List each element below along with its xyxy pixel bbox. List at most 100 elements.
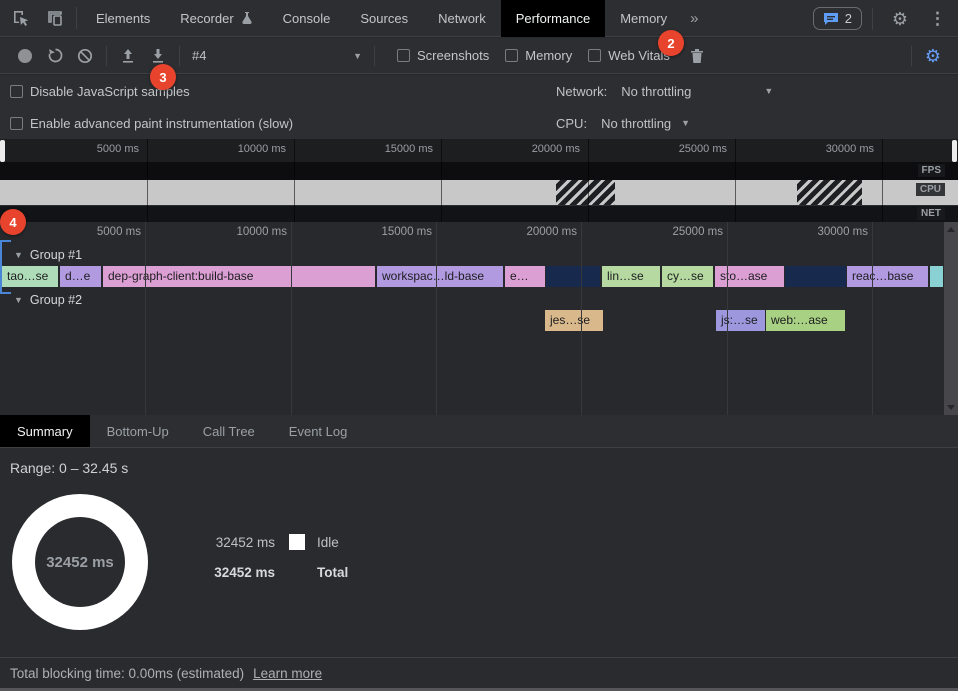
chevron-down-icon: ▼: [681, 118, 690, 128]
range-label: Range: 0 – 32.45 s: [10, 460, 128, 476]
tab-elements[interactable]: Elements: [81, 0, 165, 37]
network-throttle-select[interactable]: No throttling ▼: [621, 84, 773, 99]
tab-summary[interactable]: Summary: [0, 415, 90, 447]
capture-settings-gear-icon[interactable]: ⚙: [918, 43, 948, 69]
divider: [179, 46, 180, 66]
inspect-element-icon[interactable]: [4, 4, 38, 32]
ruler-tick: [294, 139, 295, 222]
console-drawer-badge[interactable]: 2: [813, 7, 862, 30]
ruler-tick: [291, 222, 292, 415]
selection-bracket: [0, 240, 9, 294]
divider: [374, 46, 375, 66]
screenshots-checkbox[interactable]: Screenshots: [397, 48, 489, 63]
timeline-overview[interactable]: FPS CPU NET 5000 ms10000 ms15000 ms20000…: [0, 139, 958, 222]
tab-recorder[interactable]: Recorder: [165, 0, 267, 37]
divider: [76, 7, 77, 29]
network-throttle-label: Network:: [556, 84, 607, 99]
chevron-down-icon: ▼: [353, 51, 362, 61]
ruler-tick: [581, 222, 582, 415]
total-blocking-time-bar: Total blocking time: 0.00ms (estimated) …: [0, 657, 958, 688]
group-2-header[interactable]: ▼ Group #2: [14, 293, 82, 307]
tab-event-log[interactable]: Event Log: [272, 415, 365, 447]
overview-right-handle[interactable]: [952, 140, 957, 162]
flame-bar[interactable]: lin…se: [602, 266, 660, 287]
flame-bar[interactable]: tao…se: [2, 266, 58, 287]
flame-bar[interactable]: dep-graph-client:build-base: [103, 266, 375, 287]
flame-bar[interactable]: reac…base: [847, 266, 928, 287]
trash-icon[interactable]: [682, 43, 712, 69]
advanced-paint-checkbox[interactable]: Enable advanced paint instrumentation (s…: [10, 116, 293, 131]
customize-menu-icon[interactable]: ⋮: [923, 9, 952, 29]
scroll-down-icon[interactable]: [947, 405, 955, 410]
settings-row-1: Disable JavaScript samples Network: No t…: [0, 75, 958, 107]
flame-bar[interactable]: [785, 266, 846, 287]
summary-pane: Range: 0 – 32.45 s 32452 ms 32452 ms Idl…: [0, 448, 958, 657]
overview-cpu-lane: [0, 180, 958, 205]
learn-more-link[interactable]: Learn more: [253, 666, 322, 681]
flame-scrollbar[interactable]: [944, 222, 958, 415]
ruler-tick: [882, 139, 883, 222]
cpu-busy-hatch: [797, 180, 862, 205]
settings-row-2: Enable advanced paint instrumentation (s…: [0, 107, 958, 139]
message-bubble-icon: [823, 12, 839, 26]
ruler-tick: [588, 139, 589, 222]
flame-chart[interactable]: ▼ Group #1 tao…sed…edep-graph-client:bui…: [0, 222, 958, 415]
more-tabs-icon[interactable]: »: [682, 10, 706, 27]
divider: [911, 46, 912, 66]
clear-icon[interactable]: [70, 43, 100, 69]
flame-bar[interactable]: js:…se: [716, 310, 765, 331]
donut-total-label: 32452 ms: [46, 554, 114, 571]
flame-bar[interactable]: [546, 266, 600, 287]
settings-gear-icon[interactable]: ⚙: [883, 5, 917, 33]
ruler-tick-label: 5000 ms: [65, 226, 141, 238]
flame-bar[interactable]: e…: [505, 266, 545, 287]
overview-fps-lane: [0, 162, 958, 180]
record-icon: [18, 49, 32, 63]
record-button[interactable]: [10, 43, 40, 69]
tab-call-tree[interactable]: Call Tree: [186, 415, 272, 447]
cpu-throttle-select[interactable]: No throttling ▼: [601, 116, 690, 131]
devtools-window: Elements Recorder Console Sources Networ…: [0, 0, 958, 691]
tab-network[interactable]: Network: [423, 0, 501, 37]
net-lane-label: NET: [917, 207, 945, 220]
flame-bar[interactable]: workspac…ld-base: [377, 266, 503, 287]
step-badge-4: 4: [0, 209, 26, 235]
load-profile-icon[interactable]: [113, 43, 143, 69]
device-toolbar-icon[interactable]: [38, 4, 72, 32]
history-dropdown[interactable]: #4 ▼: [186, 48, 368, 63]
group-1-header[interactable]: ▼ Group #1: [14, 248, 82, 262]
checkbox-icon: [588, 49, 601, 62]
tab-performance[interactable]: Performance: [501, 0, 605, 37]
memory-checkbox[interactable]: Memory: [505, 48, 572, 63]
ruler-tick-label: 25000 ms: [647, 226, 723, 238]
tab-bottom-up[interactable]: Bottom-Up: [90, 415, 186, 447]
scroll-up-icon[interactable]: [947, 227, 955, 232]
flame-bar[interactable]: sto…ase: [715, 266, 784, 287]
tab-sources[interactable]: Sources: [345, 0, 423, 37]
overview-left-handle[interactable]: [0, 140, 5, 162]
tab-console[interactable]: Console: [268, 0, 346, 37]
ruler-tick-label: 10000 ms: [214, 143, 286, 155]
collapse-triangle-icon: ▼: [14, 250, 23, 260]
web-vitals-checkbox[interactable]: Web Vitals: [588, 48, 670, 63]
group-1-bars: tao…sed…edep-graph-client:build-basework…: [0, 266, 944, 287]
flame-bar[interactable]: cy…se: [662, 266, 713, 287]
donut-legend: 32452 ms Idle 32452 ms Total: [205, 534, 348, 594]
ruler-tick: [872, 222, 873, 415]
flame-bar[interactable]: [930, 266, 943, 287]
reload-and-record-button[interactable]: [40, 43, 70, 69]
ruler-tick-label: 15000 ms: [361, 143, 433, 155]
checkbox-icon: [505, 49, 518, 62]
ruler-tick: [145, 222, 146, 415]
divider: [106, 46, 107, 66]
flame-bar[interactable]: d…e: [60, 266, 101, 287]
performance-toolbar: #4 ▼ Screenshots Memory Web Vitals ⚙: [0, 38, 958, 74]
devtools-tabbar: Elements Recorder Console Sources Networ…: [0, 0, 958, 37]
cpu-throttle-label: CPU:: [556, 116, 587, 131]
ruler-tick-label: 20000 ms: [508, 143, 580, 155]
ruler-tick-label: 20000 ms: [501, 226, 577, 238]
flame-bar[interactable]: web:…ase: [766, 310, 845, 331]
flame-bar[interactable]: jes…se: [545, 310, 603, 331]
ruler-tick-label: 15000 ms: [356, 226, 432, 238]
drawer-message-count: 2: [845, 11, 852, 26]
